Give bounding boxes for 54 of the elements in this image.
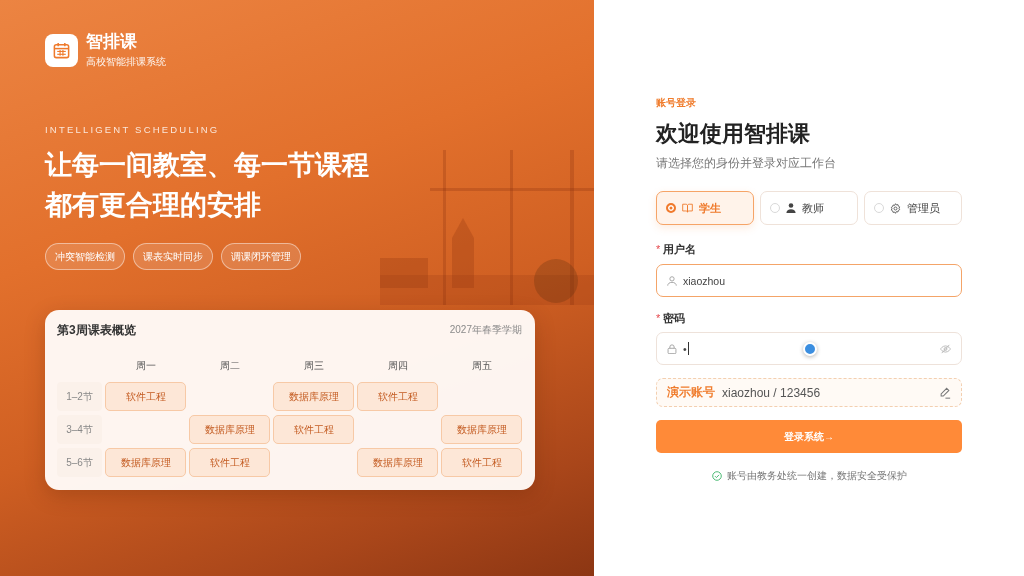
role-option[interactable]: 管理员	[864, 191, 962, 225]
course-block: 软件工程	[273, 415, 354, 444]
calendar-logo-icon	[45, 33, 78, 67]
brand-subtitle: 高校智能排课系统	[86, 56, 166, 68]
welcome-title: 欢迎使用智排课	[656, 121, 811, 147]
day-header: 周四	[386, 359, 409, 373]
course-block: 软件工程	[357, 382, 438, 411]
gear-icon	[890, 202, 901, 214]
lock-icon	[667, 343, 677, 354]
hero-headline: 让每一间教室、每一节课程 都有更合理的安排	[45, 149, 369, 222]
required-mark: *	[656, 242, 661, 256]
day-header: 周一	[134, 359, 157, 373]
course-block: 数据库原理	[441, 415, 522, 444]
course-block: 软件工程	[441, 448, 522, 477]
book-icon	[682, 203, 693, 213]
radio-icon	[874, 203, 884, 213]
pointer-dot-icon	[803, 342, 817, 356]
feature-tag: 调课闭环管理	[221, 243, 301, 270]
password-field[interactable]: •	[656, 332, 962, 365]
course-block: 软件工程	[105, 382, 186, 411]
course-block: 软件工程	[189, 448, 270, 477]
field-label: 用户名	[663, 242, 697, 256]
person-icon	[786, 203, 796, 213]
schedule-title: 第3周课表概览	[57, 322, 136, 338]
course-block: 数据库原理	[357, 448, 438, 477]
security-note: 账号由教务处统一创建，数据安全受保护	[726, 469, 907, 482]
text-cursor-icon	[687, 342, 689, 355]
term-label: 2027年春季学期	[449, 323, 522, 337]
hero-eyebrow: INTELLIGENT SCHEDULING	[45, 124, 220, 136]
field-label: 密码	[663, 311, 686, 325]
demo-credentials: xiaozhou / 123456	[722, 385, 821, 400]
check-circle-icon	[711, 470, 722, 481]
username-field[interactable]: xiaozhou	[656, 264, 962, 297]
day-header: 周三	[302, 359, 325, 373]
day-header: 周五	[470, 359, 493, 373]
period-label: 1–2节	[57, 382, 102, 411]
course-block: 数据库原理	[273, 382, 354, 411]
feature-tag: 课表实时同步	[133, 243, 213, 270]
form-eyebrow: 账号登录	[656, 96, 697, 110]
radio-icon	[770, 203, 780, 213]
user-icon	[667, 275, 677, 286]
course-block: 数据库原理	[105, 448, 186, 477]
radio-icon	[666, 203, 676, 213]
pencil-icon[interactable]	[939, 386, 951, 399]
period-label: 3–4节	[57, 415, 102, 444]
required-mark: *	[656, 311, 661, 325]
period-label: 5–6节	[57, 448, 102, 477]
demo-label: 演示账号	[667, 384, 715, 401]
welcome-subtitle: 请选择您的身份并登录对应工作台	[656, 156, 837, 170]
role-option[interactable]: 教师	[760, 191, 858, 225]
brand-name: 智排课	[86, 32, 138, 52]
course-block: 数据库原理	[189, 415, 270, 444]
feature-tag: 冲突智能检测	[45, 243, 125, 270]
day-header: 周二	[218, 359, 241, 373]
